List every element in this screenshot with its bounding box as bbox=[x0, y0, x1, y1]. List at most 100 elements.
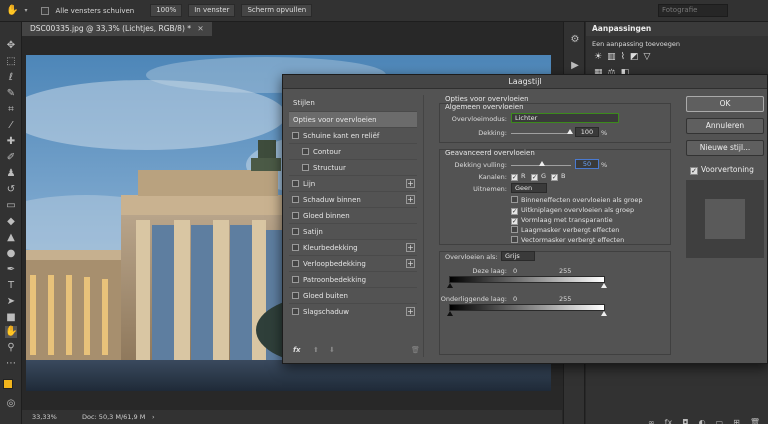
more-tools-icon[interactable]: ⋯ bbox=[5, 358, 17, 370]
adjustment-layer-icon[interactable]: ◐ bbox=[699, 418, 706, 424]
zoom-tool-icon[interactable]: ⚲ bbox=[5, 342, 17, 354]
blend-mode-select[interactable]: Lichter bbox=[511, 113, 619, 123]
fill-screen-button[interactable]: Scherm opvullen bbox=[241, 4, 313, 17]
fill-opacity-slider-knob[interactable] bbox=[539, 161, 545, 166]
scroll-all-checkbox[interactable] bbox=[41, 6, 50, 15]
quick-mask-icon[interactable]: ◎ bbox=[5, 398, 17, 410]
add-stroke-icon[interactable]: + bbox=[406, 179, 415, 188]
dialog-title: Laagstijl bbox=[283, 75, 767, 89]
style-item-inner-glow[interactable]: Gloed binnen bbox=[289, 207, 417, 223]
close-icon[interactable]: ✕ bbox=[197, 24, 203, 33]
add-color-overlay-icon[interactable]: + bbox=[406, 243, 415, 252]
history-brush-tool-icon[interactable]: ↺ bbox=[5, 184, 17, 196]
channel-r-checkbox[interactable]: R bbox=[511, 172, 526, 181]
channel-b-checkbox[interactable]: B bbox=[551, 172, 565, 181]
add-inner-shadow-icon[interactable]: + bbox=[406, 195, 415, 204]
foreground-color-swatch[interactable] bbox=[3, 379, 13, 389]
style-item-inner-shadow[interactable]: Schaduw binnen + bbox=[289, 191, 417, 207]
move-up-icon[interactable]: ⬆ bbox=[313, 346, 319, 354]
style-item-pattern-overlay[interactable]: Patroonbedekking bbox=[289, 271, 417, 287]
new-style-button[interactable]: Nieuwe stijl... bbox=[686, 140, 764, 156]
fill-opacity-value[interactable]: 50 bbox=[575, 159, 599, 169]
blur-tool-icon[interactable]: ▲ bbox=[5, 232, 17, 244]
hand-tool-icon[interactable]: ✋ bbox=[6, 5, 18, 16]
mask-icon[interactable]: ◘ bbox=[682, 418, 688, 424]
blend-mode-label: Overvloeimodus: bbox=[451, 115, 507, 123]
zoom-100-button[interactable]: 100% bbox=[150, 4, 183, 17]
style-item-texture[interactable]: Structuur bbox=[289, 159, 417, 175]
channel-g-checkbox[interactable]: G bbox=[531, 172, 546, 181]
opacity-value[interactable]: 100 bbox=[575, 127, 599, 137]
underlying-layer-white-knob[interactable] bbox=[601, 311, 607, 316]
style-item-satin[interactable]: Satijn bbox=[289, 223, 417, 239]
preview-checkbox[interactable]: Voorvertoning bbox=[690, 165, 754, 175]
this-layer-black-knob[interactable] bbox=[447, 283, 453, 288]
opacity-slider[interactable] bbox=[511, 133, 571, 134]
levels-icon[interactable]: ▥ bbox=[607, 52, 616, 62]
option-blend-interior-effects[interactable]: Binneneffecten overvloeien als groep bbox=[511, 196, 643, 204]
vibrance-icon[interactable]: ▽ bbox=[644, 52, 651, 62]
fx-icon[interactable]: fx bbox=[665, 418, 673, 424]
lasso-tool-icon[interactable]: ℓ bbox=[5, 72, 17, 84]
quick-select-tool-icon[interactable]: ✎ bbox=[5, 88, 17, 100]
eyedropper-tool-icon[interactable]: ⁄ bbox=[5, 120, 17, 132]
style-item-blend-options[interactable]: Opties voor overvloeien bbox=[289, 111, 417, 127]
adjustments-panel-icon[interactable]: ⚙ bbox=[569, 34, 581, 46]
stamp-tool-icon[interactable]: ♟ bbox=[5, 168, 17, 180]
panel-title[interactable]: Aanpassingen bbox=[586, 22, 768, 36]
play-actions-icon[interactable]: ▶ bbox=[569, 60, 581, 72]
style-item-contour[interactable]: Contour bbox=[289, 143, 417, 159]
bucket-tool-icon[interactable]: ◆ bbox=[5, 216, 17, 228]
style-item-stroke[interactable]: Lijn + bbox=[289, 175, 417, 191]
healing-tool-icon[interactable]: ✚ bbox=[5, 136, 17, 148]
opacity-slider-knob[interactable] bbox=[567, 129, 573, 134]
pen-tool-icon[interactable]: ✒ bbox=[5, 264, 17, 276]
exposure-icon[interactable]: ◩ bbox=[630, 52, 639, 62]
fx-icon[interactable]: fx bbox=[293, 346, 301, 354]
zoom-level[interactable]: 33,33% bbox=[32, 410, 57, 424]
option-transparency-shapes[interactable]: Vormlaag met transparantie bbox=[511, 216, 613, 225]
style-item-drop-shadow[interactable]: Slagschaduw + bbox=[289, 303, 417, 319]
chevron-right-icon[interactable]: › bbox=[152, 410, 155, 424]
this-layer-white-knob[interactable] bbox=[601, 283, 607, 288]
crop-tool-icon[interactable]: ⌗ bbox=[5, 104, 17, 116]
option-vector-mask-hides[interactable]: Vectormasker verbergt effecten bbox=[511, 236, 624, 244]
link-icon[interactable]: ∞ bbox=[648, 418, 655, 424]
style-item-color-overlay[interactable]: Kleurbedekking + bbox=[289, 239, 417, 255]
advanced-blending-title: Geavanceerd overvloeien bbox=[445, 149, 535, 157]
eraser-tool-icon[interactable]: ▭ bbox=[5, 200, 17, 212]
brightness-icon[interactable]: ☀ bbox=[594, 52, 602, 62]
style-item-outer-glow[interactable]: Gloed buiten bbox=[289, 287, 417, 303]
add-drop-shadow-icon[interactable]: + bbox=[406, 307, 415, 316]
blend-if-select[interactable]: Grijs bbox=[501, 251, 535, 261]
styles-list-footer: fx ⬆ ⬇ 🗑 bbox=[289, 345, 420, 359]
ok-button[interactable]: OK bbox=[686, 96, 764, 112]
cancel-button[interactable]: Annuleren bbox=[686, 118, 764, 134]
trash-icon[interactable]: 🗑 bbox=[750, 418, 760, 424]
option-blend-clipped-layers[interactable]: Uitknipla­gen overvloeien als groep bbox=[511, 206, 634, 215]
brush-tool-icon[interactable]: ✐ bbox=[5, 152, 17, 164]
folder-icon[interactable]: ▭ bbox=[716, 418, 724, 424]
marquee-tool-icon[interactable]: ⬚ bbox=[5, 56, 17, 68]
move-down-icon[interactable]: ⬇ bbox=[329, 346, 335, 354]
add-gradient-overlay-icon[interactable]: + bbox=[406, 259, 415, 268]
fit-window-button[interactable]: In venster bbox=[188, 4, 236, 17]
chevron-down-icon[interactable]: ▾ bbox=[24, 7, 27, 14]
knockout-select[interactable]: Geen bbox=[511, 183, 547, 193]
trash-icon[interactable]: 🗑 bbox=[411, 346, 420, 354]
option-layer-mask-hides[interactable]: Laagmasker verbergt effecten bbox=[511, 226, 619, 234]
underlying-layer-black-knob[interactable] bbox=[447, 311, 453, 316]
path-select-tool-icon[interactable]: ➤ bbox=[5, 296, 17, 308]
new-layer-icon[interactable]: ⊞ bbox=[733, 418, 740, 424]
style-item-bevel[interactable]: Schuine kant en reliëf bbox=[289, 127, 417, 143]
styles-header[interactable]: Stijlen bbox=[289, 95, 417, 111]
document-tab[interactable]: DSC00335.jpg @ 33,3% (Lichtjes, RGB/8) *… bbox=[22, 22, 212, 36]
hand-tool-icon[interactable]: ✋ bbox=[5, 326, 17, 338]
dodge-tool-icon[interactable]: ● bbox=[5, 248, 17, 260]
style-item-gradient-overlay[interactable]: Verloopbedekking + bbox=[289, 255, 417, 271]
move-tool-icon[interactable]: ✥ bbox=[5, 40, 17, 52]
workspace-field[interactable]: Fotografie bbox=[658, 4, 728, 17]
shape-tool-icon[interactable]: ■ bbox=[5, 312, 17, 324]
type-tool-icon[interactable]: T bbox=[5, 280, 17, 292]
curves-icon[interactable]: ⌇ bbox=[621, 52, 625, 62]
